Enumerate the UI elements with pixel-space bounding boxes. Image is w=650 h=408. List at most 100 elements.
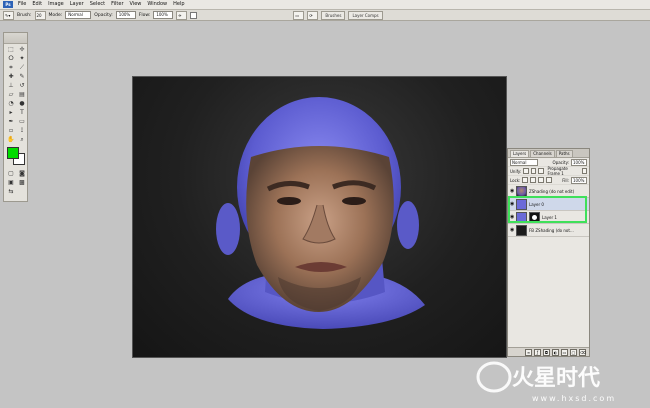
dock-icon[interactable]: ▭ [293, 10, 305, 20]
layer-fill-field[interactable]: 100% [571, 176, 587, 184]
move-tool-icon[interactable]: ✢ [17, 46, 27, 54]
menu-file[interactable]: File [15, 0, 29, 9]
brush-label: Brush: [17, 12, 32, 18]
opacity-label: Opacity: [552, 159, 569, 165]
magic-wand-tool-icon[interactable]: ✦ [17, 55, 27, 63]
shape-tool-icon[interactable]: ▭ [17, 118, 27, 126]
airbrush-icon[interactable]: ✈ [176, 10, 188, 20]
layers-panel-tabs: Layers Channels Paths [508, 149, 589, 158]
flow-label: Flow: [138, 12, 151, 18]
left-eye-shape [277, 197, 301, 205]
brush-size-picker[interactable]: 20 [34, 10, 46, 20]
lock-label: Lock: [510, 177, 521, 183]
mode-label: Mode: [48, 12, 63, 18]
layer-name: Layer 0 [529, 201, 544, 207]
layer-row-fb-zshading[interactable]: ◉ FB ZShading (do not... [508, 224, 589, 237]
go-to-bridge-icon[interactable]: ⟳ [307, 10, 319, 20]
screen-mode-standard-icon[interactable]: ▣ [6, 179, 16, 187]
eyedropper-tool-icon[interactable]: ⟟ [17, 127, 27, 135]
marquee-tool-icon[interactable]: ⬚ [6, 46, 16, 54]
blend-mode-select[interactable]: Normal [510, 158, 538, 166]
layer-thumbnail [516, 185, 527, 197]
propagate-label: Propagate Frame 1 [547, 166, 568, 176]
watermark-swoosh-icon [476, 361, 512, 393]
visibility-eye-icon[interactable]: ◉ [510, 202, 514, 207]
fill-label: Fill: [562, 177, 569, 183]
brush-tool-icon[interactable]: ✎ [17, 73, 27, 81]
standard-mode-icon[interactable]: ▢ [6, 170, 16, 178]
erase-to-history-checkbox[interactable] [190, 11, 198, 19]
path-selection-tool-icon[interactable]: ▸ [6, 109, 16, 117]
photoshop-logo-icon: Ps [3, 1, 13, 8]
tab-channels[interactable]: Channels [530, 150, 555, 157]
right-eye-shape [342, 197, 366, 205]
crop-tool-icon[interactable]: ⌗ [6, 64, 16, 72]
pen-tool-icon[interactable]: ✒ [6, 118, 16, 126]
screen-mode-full-icon[interactable]: ▩ [17, 179, 27, 187]
layer-name: ZShading (do not edit) [529, 188, 575, 194]
quick-mask-mode-icon[interactable]: ◙ [17, 170, 27, 178]
watermark-brand: 火星时代 [512, 366, 600, 391]
slice-tool-icon[interactable]: ⟋ [17, 64, 27, 72]
watermark: 火星时代 www.hxsd.com [472, 355, 650, 406]
layer-comps-palette-well[interactable]: Layer Comps [348, 10, 383, 20]
menu-edit[interactable]: Edit [29, 0, 45, 9]
jump-to-imageready-icon[interactable]: ⇆ [6, 188, 16, 196]
menu-layer[interactable]: Layer [67, 0, 87, 9]
notes-tool-icon[interactable]: ▫ [6, 127, 16, 135]
tab-layers[interactable]: Layers [510, 150, 530, 157]
hand-tool-icon[interactable]: ✋ [6, 136, 16, 144]
menu-image[interactable]: Image [45, 0, 67, 9]
dodge-tool-icon[interactable]: ● [17, 100, 27, 108]
layer-row-zshading[interactable]: ◉ ZShading (do not edit) [508, 185, 589, 198]
layer-opacity-field[interactable]: 100% [571, 158, 587, 166]
unify-visibility-icon[interactable] [530, 168, 537, 174]
layers-panel: Layers Channels Paths Normal Opacity: 10… [507, 148, 590, 357]
eraser-tool-icon[interactable]: ▱ [6, 91, 16, 99]
lock-transparency-icon[interactable] [522, 177, 529, 183]
foreground-color-swatch[interactable] [7, 147, 19, 159]
menu-help[interactable]: Help [170, 0, 187, 9]
opacity-field[interactable]: 100% [115, 11, 136, 19]
menu-bar: Ps File Edit Image Layer Select Filter V… [0, 0, 650, 10]
layer-mask-thumbnail[interactable] [529, 211, 540, 223]
menu-filter[interactable]: Filter [108, 0, 126, 9]
healing-brush-tool-icon[interactable]: ✚ [6, 73, 16, 81]
lock-row: Lock: Fill: 100% [508, 176, 589, 185]
lock-all-icon[interactable] [546, 177, 553, 183]
tool-preset-picker[interactable]: ✎▾ [3, 10, 14, 20]
lock-position-icon[interactable] [538, 177, 545, 183]
unify-position-icon[interactable] [523, 168, 529, 174]
lasso-tool-icon[interactable]: ⵔ [6, 55, 16, 63]
menu-select[interactable]: Select [87, 0, 108, 9]
tab-paths[interactable]: Paths [555, 150, 573, 157]
mode-select[interactable]: Normal [65, 11, 92, 19]
canvas-image [216, 97, 425, 329]
flow-field[interactable]: 100% [153, 11, 174, 19]
layer-thumbnail [516, 224, 527, 236]
blur-tool-icon[interactable]: ◔ [6, 100, 16, 108]
zoom-tool-icon[interactable]: ⌕ [17, 136, 27, 144]
menu-view[interactable]: View [127, 0, 145, 9]
layer-row-layer-1[interactable]: ◉ Layer 1 [508, 211, 589, 224]
layer-row-layer-0[interactable]: ◉ Layer 0 [508, 198, 589, 211]
layer-thumbnail [516, 198, 527, 210]
toolbox-header[interactable] [4, 33, 27, 44]
brushes-palette-well[interactable]: Brushes [321, 10, 346, 20]
history-brush-tool-icon[interactable]: ↺ [17, 82, 27, 90]
clone-stamp-tool-icon[interactable]: ⊥ [6, 82, 16, 90]
left-ear-shape [216, 203, 240, 255]
lock-pixels-icon[interactable] [530, 177, 537, 183]
propagate-checkbox[interactable] [581, 168, 588, 174]
type-tool-icon[interactable]: T [17, 109, 27, 117]
unify-style-icon[interactable] [538, 168, 544, 174]
layer-name: Layer 1 [542, 214, 557, 220]
document-canvas[interactable] [132, 76, 507, 358]
visibility-eye-icon[interactable]: ◉ [510, 215, 514, 220]
layer-name: FB ZShading (do not... [529, 227, 574, 233]
menu-window[interactable]: Window [144, 0, 170, 9]
gradient-tool-icon[interactable]: ▤ [17, 91, 27, 99]
visibility-eye-icon[interactable]: ◉ [510, 228, 514, 233]
visibility-eye-icon[interactable]: ◉ [510, 189, 514, 194]
options-bar: ✎▾ Brush: 20 Mode: Normal Opacity: 100% … [0, 10, 650, 21]
